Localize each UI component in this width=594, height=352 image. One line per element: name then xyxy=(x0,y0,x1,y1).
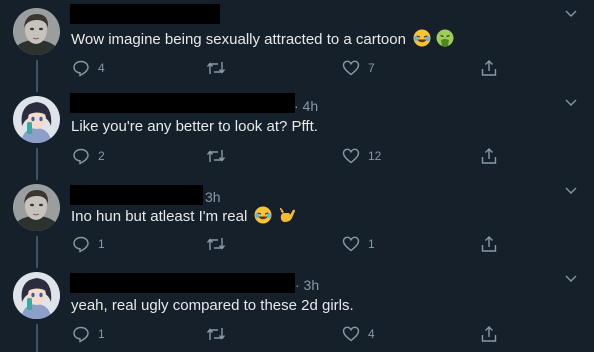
heart-icon xyxy=(342,60,360,76)
reply-button[interactable]: 1 xyxy=(72,235,105,253)
user-avatar[interactable] xyxy=(13,96,60,143)
reply-count: 2 xyxy=(98,149,105,163)
tweet-actions: 2 12 xyxy=(72,147,502,167)
share-button[interactable] xyxy=(480,325,498,343)
tweet-timestamp: 3h xyxy=(205,189,221,205)
tweet-text: Wow imagine being sexually attracted to … xyxy=(71,29,454,51)
username-redacted xyxy=(70,93,295,113)
tweet-text: Ino hun but atleast I'm real xyxy=(71,206,296,228)
retweet-icon xyxy=(206,238,226,250)
heart-icon xyxy=(342,326,360,342)
username-redacted xyxy=(70,273,295,293)
like-button[interactable]: 7 xyxy=(342,59,375,77)
retweet-icon xyxy=(206,328,226,340)
heart-icon xyxy=(342,236,360,252)
like-count: 12 xyxy=(368,149,382,163)
tweet-text: yeah, real ugly compared to these 2d gir… xyxy=(71,297,354,314)
chevron-down-icon[interactable] xyxy=(564,98,578,108)
username-redacted xyxy=(70,4,220,24)
tweet-actions: 4 7 xyxy=(72,59,502,79)
reply-icon xyxy=(73,236,89,253)
user-avatar[interactable] xyxy=(13,8,60,55)
reply-count: 1 xyxy=(98,327,105,341)
user-avatar[interactable] xyxy=(13,272,60,319)
like-button[interactable]: 12 xyxy=(342,147,381,165)
username-redacted xyxy=(70,185,203,205)
tweet[interactable]: 3h Ino hun but atleast I'm real 1 1 xyxy=(0,176,594,264)
reply-icon xyxy=(73,60,89,77)
retweet-icon xyxy=(206,62,226,74)
tweet-text: Like you're any better to look at? Pfft. xyxy=(71,118,318,135)
tweet[interactable]: · 3h yeah, real ugly compared to these 2… xyxy=(0,264,594,352)
face-with-tears-of-joy-icon xyxy=(413,29,431,51)
like-count: 4 xyxy=(368,327,375,341)
retweet-icon xyxy=(206,150,226,162)
user-avatar[interactable] xyxy=(13,184,60,231)
share-button[interactable] xyxy=(480,235,498,253)
chevron-down-icon[interactable] xyxy=(564,186,578,196)
share-icon xyxy=(481,326,497,342)
reply-count: 4 xyxy=(98,61,105,75)
face-vomiting-icon xyxy=(436,29,454,51)
share-button[interactable] xyxy=(480,59,498,77)
like-button[interactable]: 1 xyxy=(342,235,375,253)
share-icon xyxy=(481,60,497,76)
face-with-tears-of-joy-icon xyxy=(254,206,272,228)
like-count: 1 xyxy=(368,237,375,251)
chevron-down-icon[interactable] xyxy=(564,9,578,19)
reply-icon xyxy=(73,148,89,165)
like-count: 7 xyxy=(368,61,375,75)
reply-count: 1 xyxy=(98,237,105,251)
retweet-button[interactable] xyxy=(206,59,226,77)
tweet[interactable]: Wow imagine being sexually attracted to … xyxy=(0,0,594,88)
chevron-down-icon[interactable] xyxy=(564,274,578,284)
reply-button[interactable]: 4 xyxy=(72,59,105,77)
share-icon xyxy=(481,236,497,252)
tweet[interactable]: · 4h Like you're any better to look at? … xyxy=(0,88,594,176)
retweet-button[interactable] xyxy=(206,325,226,343)
like-button[interactable]: 4 xyxy=(342,325,375,343)
call-me-hand-icon xyxy=(278,206,296,228)
reply-button[interactable]: 2 xyxy=(72,147,105,165)
retweet-button[interactable] xyxy=(206,147,226,165)
share-icon xyxy=(481,148,497,164)
heart-icon xyxy=(342,148,360,164)
retweet-button[interactable] xyxy=(206,235,226,253)
share-button[interactable] xyxy=(480,147,498,165)
tweet-actions: 1 4 xyxy=(72,325,502,345)
tweet-timestamp: · 4h xyxy=(294,98,319,114)
tweet-timestamp: · 3h xyxy=(295,277,320,293)
tweet-actions: 1 1 xyxy=(72,235,502,255)
reply-button[interactable]: 1 xyxy=(72,325,105,343)
reply-icon xyxy=(73,326,89,343)
